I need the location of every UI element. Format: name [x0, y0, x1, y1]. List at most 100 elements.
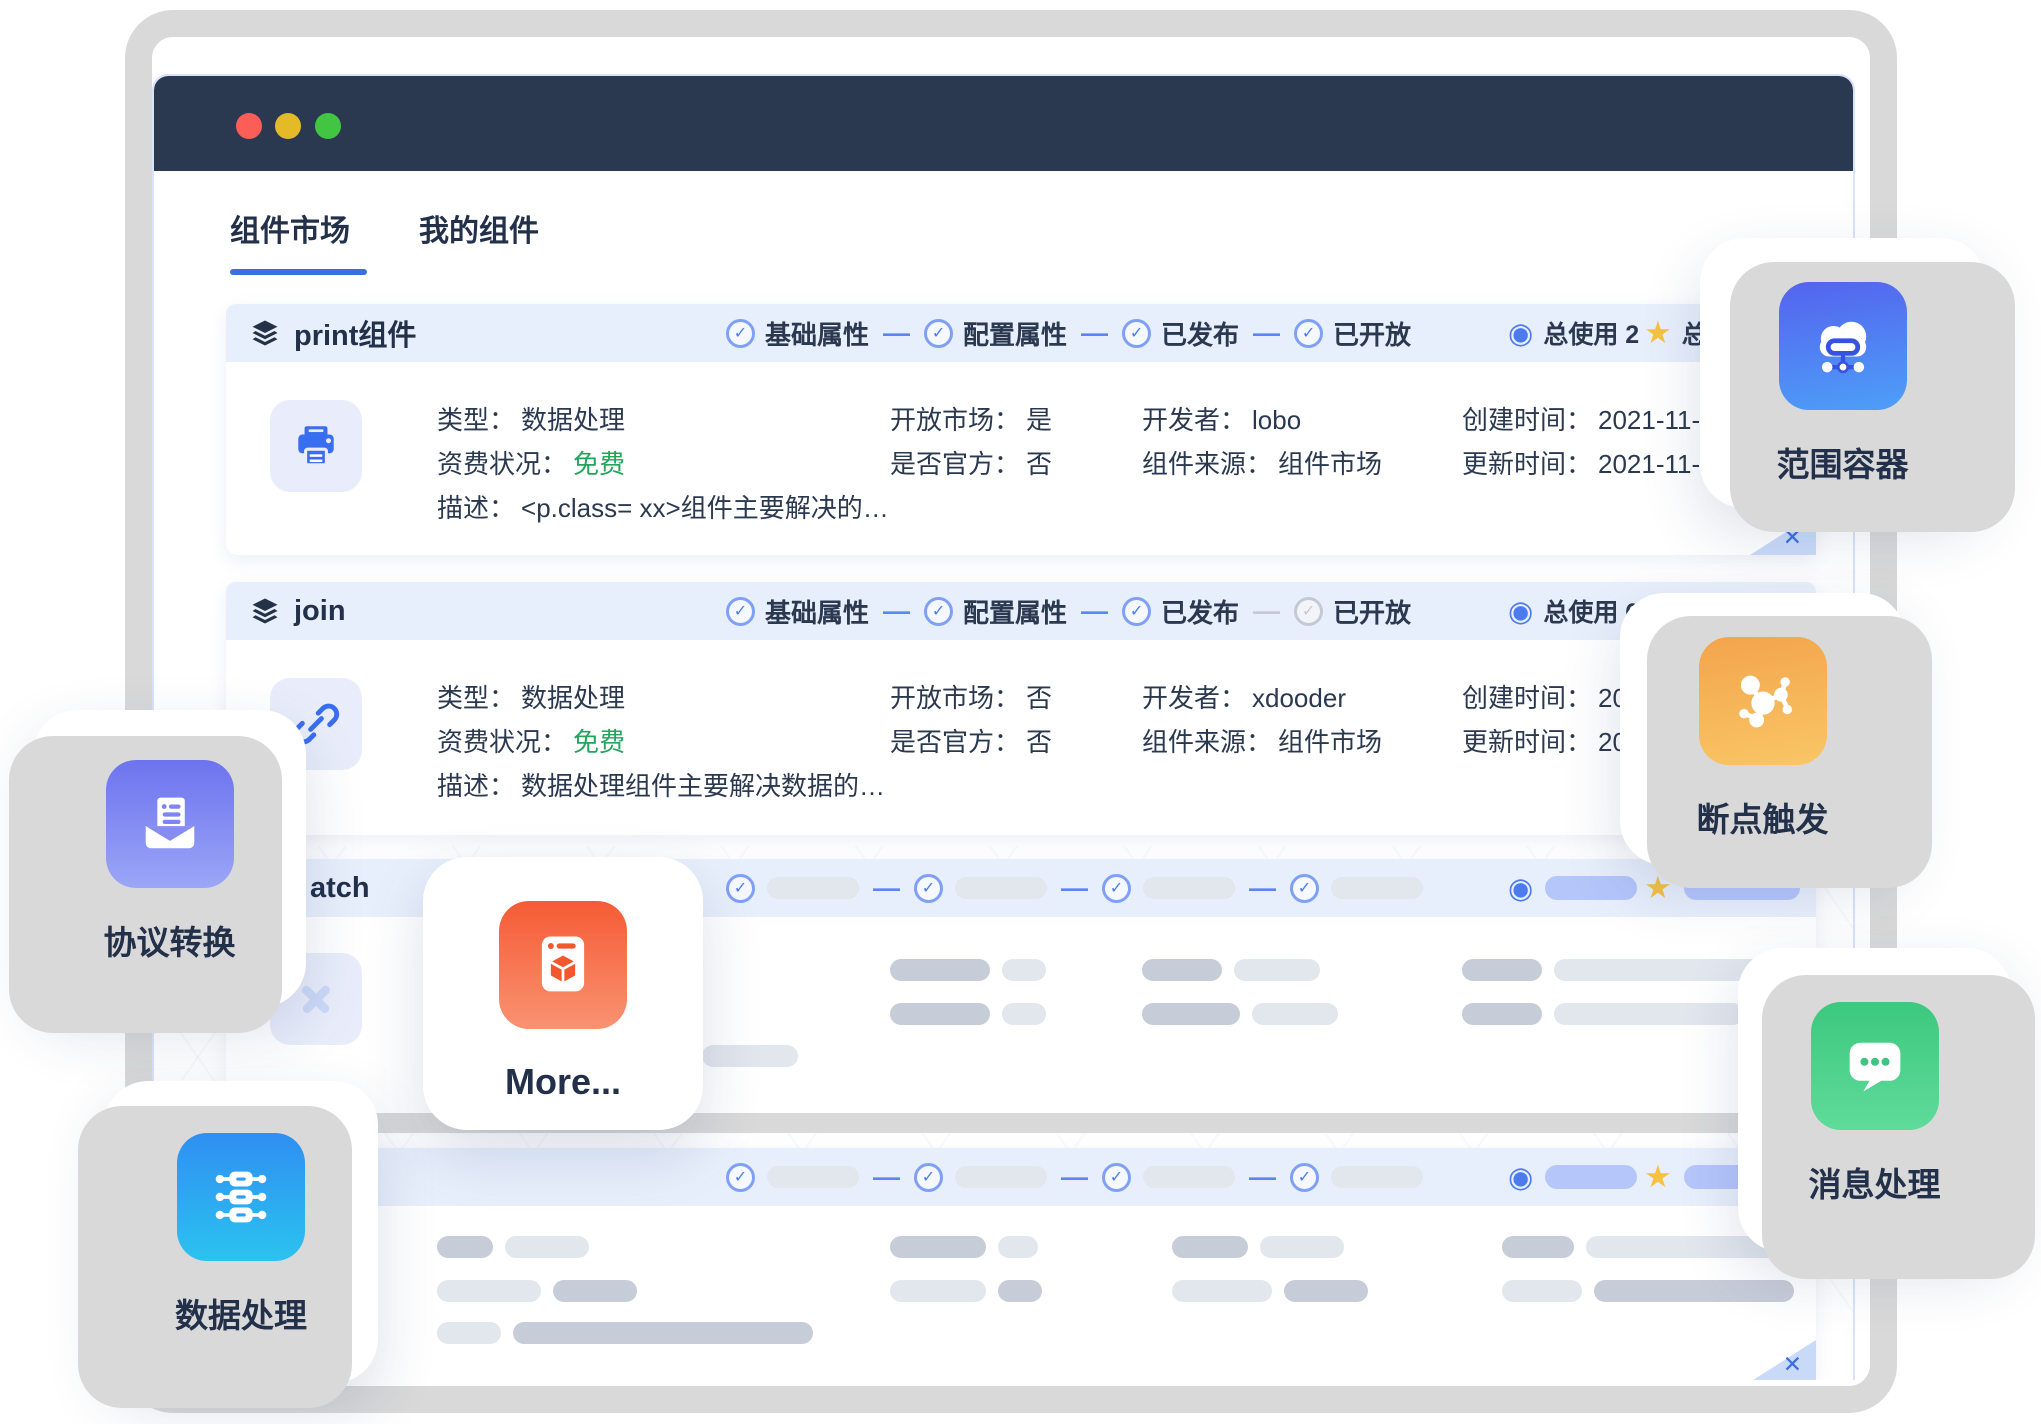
- skeleton-pill: [1502, 1280, 1582, 1302]
- skeleton-pill: [1554, 1003, 1744, 1025]
- skeleton-row: [1502, 1236, 1786, 1258]
- page: 组件市场 我的组件 print组件 ✓基础属性 — ✓配置属性 — ✓已发布 —: [0, 0, 2041, 1424]
- field-label: 开发者：: [1142, 405, 1246, 435]
- step-basic: ✓基础属性: [726, 593, 869, 630]
- feature-card-protocol-conversion[interactable]: 协议转换: [33, 710, 306, 1007]
- tab-component-market[interactable]: 组件市场: [230, 206, 350, 250]
- check-icon: ✓: [726, 319, 755, 348]
- step-skeleton: ✓: [1102, 874, 1235, 903]
- check-icon: ✓: [1290, 1163, 1319, 1192]
- inbox-document-icon: [106, 760, 234, 888]
- status-steps: ✓基础属性 — ✓配置属性 — ✓已发布 — ✓已开放: [726, 582, 1411, 640]
- field-value: lobo: [1252, 405, 1301, 435]
- field-official: 是否官方：否: [890, 444, 1052, 481]
- field-label: 更新时间：: [1462, 727, 1592, 757]
- field-label: 类型：: [437, 683, 515, 713]
- step-connector: —: [1249, 1162, 1276, 1193]
- maximize-window-icon[interactable]: [315, 113, 341, 139]
- skeleton-pill: [1331, 877, 1423, 899]
- step-skeleton: ✓: [1102, 1163, 1235, 1192]
- step-skeleton: ✓: [914, 1163, 1047, 1192]
- status-steps-skeleton: ✓ — ✓ — ✓ — ✓: [726, 1148, 1423, 1206]
- skeleton-pill: [505, 1236, 589, 1258]
- skeleton-pill: [890, 1003, 990, 1025]
- field-value: 数据处理: [521, 683, 625, 713]
- skeleton-pill: [1143, 1166, 1235, 1188]
- skeleton-pill: [1554, 959, 1764, 981]
- check-icon: ✓: [1294, 319, 1323, 348]
- skeleton-pill: [1142, 1003, 1240, 1025]
- skeleton-row: [437, 1280, 637, 1302]
- step-label: 已开放: [1333, 593, 1411, 630]
- skeleton-row: [890, 1280, 1042, 1302]
- step-label: 已开放: [1333, 315, 1411, 352]
- check-icon: ✓: [1102, 874, 1131, 903]
- field-value: 组件市场: [1278, 727, 1382, 757]
- field-label: 组件来源：: [1142, 449, 1272, 479]
- field-label: 是否官方：: [890, 727, 1020, 757]
- step-connector: —: [1081, 596, 1108, 627]
- usage-meta: ◉: [1508, 1148, 1637, 1206]
- skeleton-row: [1172, 1236, 1344, 1258]
- field-source: 组件来源：组件市场: [1142, 444, 1382, 481]
- skeleton-row: [1462, 1003, 1744, 1025]
- skeleton-pill: [1284, 1280, 1368, 1302]
- feature-label: 协议转换: [104, 916, 236, 964]
- skeleton-pill: [1172, 1280, 1272, 1302]
- feature-card-more[interactable]: More...: [423, 857, 703, 1130]
- field-developer: 开发者：lobo: [1142, 400, 1301, 437]
- feature-card-message-processing[interactable]: 消息处理: [1738, 948, 2011, 1252]
- skeleton-pill: [890, 959, 990, 981]
- field-label: 类型：: [437, 405, 515, 435]
- field-label: 更新时间：: [1462, 449, 1592, 479]
- feature-card-scope-container[interactable]: 范围容器: [1700, 238, 1985, 508]
- field-desc: 描述：数据处理组件主要解决数据的…: [437, 766, 885, 803]
- component-card-skeleton-2[interactable]: ✓ — ✓ — ✓ — ✓ ◉ ★: [226, 1148, 1816, 1380]
- feature-card-data-processing[interactable]: 数据处理: [104, 1081, 378, 1383]
- eye-icon: ◉: [1508, 594, 1533, 629]
- field-value: 免费: [573, 727, 625, 757]
- layers-icon: [250, 318, 280, 348]
- step-label: 基础属性: [765, 315, 869, 352]
- close-window-icon[interactable]: [236, 113, 262, 139]
- component-card-print[interactable]: print组件 ✓基础属性 — ✓配置属性 — ✓已发布 — ✓已开放 ◉ 总使…: [226, 304, 1816, 555]
- component-card-join[interactable]: join ✓基础属性 — ✓配置属性 — ✓已发布 — ✓已开放 ◉ 总使用 6…: [226, 582, 1816, 835]
- skeleton-pill: [1002, 1003, 1046, 1025]
- skeleton-pill: [890, 1236, 986, 1258]
- field-value: 是: [1026, 405, 1052, 435]
- step-connector: —: [1081, 318, 1108, 349]
- check-icon: ✓: [924, 319, 953, 348]
- skeleton-pill: [767, 877, 859, 899]
- data-pipeline-icon: [177, 1133, 305, 1261]
- skeleton-pill: [1594, 1280, 1794, 1302]
- step-skeleton: ✓: [726, 874, 859, 903]
- field-label: 开放市场：: [890, 405, 1020, 435]
- component-name: print组件: [294, 312, 416, 354]
- star-icon: ★: [1644, 315, 1672, 351]
- skeleton-row: [890, 1003, 1046, 1025]
- step-connector: —: [1061, 1162, 1088, 1193]
- skeleton-row: [1502, 1280, 1794, 1302]
- field-label: 描述：: [437, 771, 515, 801]
- step-label: 基础属性: [765, 593, 869, 630]
- skeleton-pill: [767, 1166, 859, 1188]
- feature-card-breakpoint-trigger[interactable]: 断点触发: [1620, 593, 1905, 865]
- field-type: 类型：数据处理: [437, 400, 625, 437]
- browser-window: 组件市场 我的组件 print组件 ✓基础属性 — ✓配置属性 — ✓已发布 —: [152, 74, 1855, 1380]
- card-corner-fold[interactable]: [1750, 1340, 1816, 1380]
- check-icon: ✓: [924, 597, 953, 626]
- skeleton-pill: [955, 1166, 1047, 1188]
- component-name: join: [294, 595, 346, 628]
- tab-my-components[interactable]: 我的组件: [419, 206, 539, 250]
- check-icon: ✓: [914, 1163, 943, 1192]
- skeleton-row: [1462, 959, 1764, 981]
- skeleton-pill: [702, 1045, 798, 1067]
- step-open: ✓已开放: [1294, 593, 1411, 630]
- step-published: ✓已发布: [1122, 593, 1239, 630]
- step-connector: —: [1249, 873, 1276, 904]
- field-label: 资费状况：: [437, 449, 567, 479]
- check-icon: ✓: [914, 874, 943, 903]
- field-label: 资费状况：: [437, 727, 567, 757]
- minimize-window-icon[interactable]: [275, 113, 301, 139]
- star-icon: ★: [1644, 1159, 1672, 1195]
